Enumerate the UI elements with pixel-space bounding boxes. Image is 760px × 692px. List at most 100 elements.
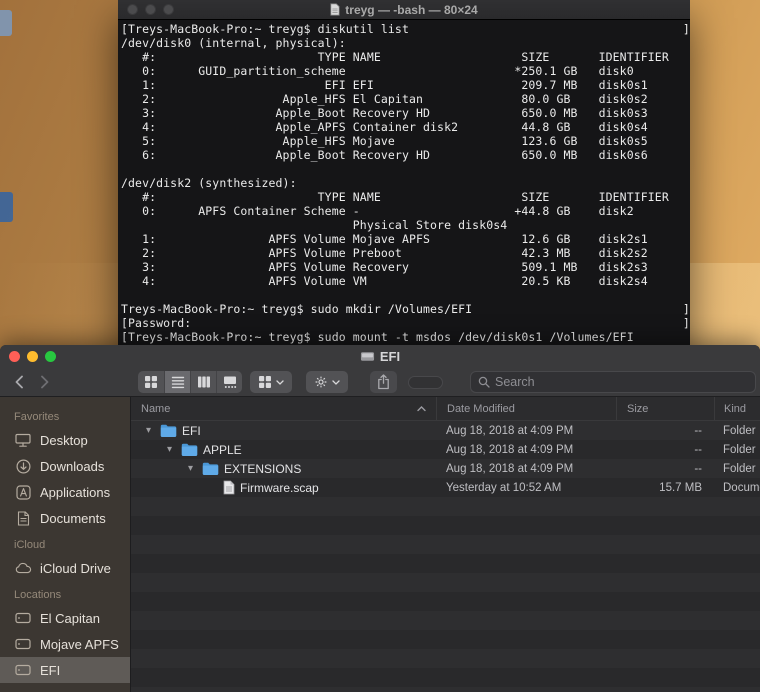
terminal-line: [Treys-MacBook-Pro:~ treyg$ sudo mount -…: [121, 330, 634, 344]
share-icon: [377, 374, 390, 390]
column-view-button[interactable]: [190, 371, 216, 393]
empty-row: [131, 497, 760, 516]
search-input[interactable]: [495, 375, 748, 389]
finder-titlebar[interactable]: EFI: [0, 345, 760, 367]
sidebar-item-downloads[interactable]: Downloads: [0, 453, 130, 479]
list-area: Name Date Modified Size Kind ▾ EFI Aug 18,…: [130, 397, 760, 692]
file-name-label: Firmware.scap: [240, 480, 319, 495]
sidebar-item-mojave-apfs[interactable]: Mojave APFS: [0, 631, 130, 657]
desktop-file-icon[interactable]: [0, 192, 13, 222]
desktop-icon: [13, 433, 33, 447]
sidebar-section-label: Locations: [14, 589, 62, 601]
terminal-line: Treys-MacBook-Pro:~ treyg$ sudo mkdir /V…: [121, 302, 690, 316]
column-header-kind[interactable]: Kind: [714, 397, 760, 420]
downloads-icon: [13, 458, 33, 474]
disclosure-triangle[interactable]: ▾: [163, 444, 176, 455]
list-view-button[interactable]: [164, 371, 190, 393]
terminal-line: 3: Apple_Boot Recovery HD 650.0 MB disk0…: [121, 106, 648, 120]
file-name-cell: ▾ EXTENSIONS: [131, 459, 436, 478]
sidebar-item-documents[interactable]: Documents: [0, 505, 130, 531]
terminal-output[interactable]: [Treys-MacBook-Pro:~ treyg$ diskutil lis…: [118, 20, 690, 346]
disclosure-triangle[interactable]: ▾: [184, 463, 197, 474]
terminal-line: 0: GUID_partition_scheme *250.1 GB disk0: [121, 64, 634, 78]
sidebar-section-label: iCloud: [14, 539, 46, 551]
group-by-button[interactable]: [250, 371, 292, 393]
file-row[interactable]: ▾Firmware.scap Yesterday at 10:52 AM 15.7 …: [131, 478, 760, 497]
column-header-size[interactable]: Size: [616, 397, 714, 420]
sort-ascending-icon: [417, 405, 426, 412]
terminal-line: 4: Apple_APFS Container disk2 44.8 GB di…: [121, 120, 648, 134]
size-cell: --: [694, 443, 702, 456]
minimize-button[interactable]: [27, 351, 38, 362]
empty-row: [131, 630, 760, 649]
document-icon: [223, 480, 235, 495]
close-button[interactable]: [127, 4, 138, 15]
volume-icon: [360, 350, 375, 363]
terminal-line: [Treys-MacBook-Pro:~ treyg$ diskutil lis…: [121, 22, 690, 36]
file-name-cell: ▾ EFI: [131, 421, 436, 440]
file-name-label: EXTENSIONS: [224, 461, 302, 476]
empty-row: [131, 611, 760, 630]
terminal-line: /dev/disk2 (synthesized):: [121, 176, 297, 190]
chevron-down-icon: [276, 379, 284, 385]
terminal-titlebar[interactable]: treyg — -bash — 80×24: [118, 0, 690, 20]
share-button[interactable]: [370, 371, 397, 393]
file-name-cell: ▾ APPLE: [131, 440, 436, 459]
sidebar-item-label: EFI: [40, 662, 61, 678]
sidebar-item-el-capitan[interactable]: El Capitan: [0, 605, 130, 631]
column-header-name[interactable]: Name: [131, 397, 436, 420]
view-mode-control: [138, 371, 242, 393]
file-row[interactable]: ▾ EFI Aug 18, 2018 at 4:09 PM -- Folder: [131, 421, 760, 440]
search-field[interactable]: [470, 371, 756, 393]
gallery-view-button[interactable]: [216, 371, 242, 393]
file-list: ▾ EFI Aug 18, 2018 at 4:09 PM -- Folder ▾ APPL…: [131, 421, 760, 692]
date-modified-cell: Aug 18, 2018 at 4:09 PM: [446, 424, 574, 437]
file-row[interactable]: ▾ EXTENSIONS Aug 18, 2018 at 4:09 PM -- Fold…: [131, 459, 760, 478]
action-menu-button[interactable]: [306, 371, 348, 393]
sidebar-item-icloud-drive[interactable]: iCloud Drive: [0, 555, 130, 581]
back-button[interactable]: [6, 370, 32, 394]
sidebar-item-desktop[interactable]: Desktop: [0, 427, 130, 453]
tags-button[interactable]: [408, 376, 443, 389]
terminal-line: #: TYPE NAME SIZE IDENTIFIER: [121, 190, 669, 204]
date-modified-cell: Aug 18, 2018 at 4:09 PM: [446, 462, 574, 475]
sidebar-item-applications[interactable]: Applications: [0, 479, 130, 505]
terminal-line: 2: Apple_HFS El Capitan 80.0 GB disk0s2: [121, 92, 648, 106]
kind-cell: Folder: [723, 462, 756, 475]
sidebar-item-label: Downloads: [40, 458, 105, 474]
terminal-line: [Password: ]: [121, 316, 690, 330]
terminal-title: treyg — -bash — 80×24: [330, 3, 478, 17]
terminal-line: 4: APFS Volume VM 20.5 KB disk2s4: [121, 274, 648, 288]
empty-row: [131, 592, 760, 611]
disclosure-triangle[interactable]: ▾: [142, 425, 155, 436]
minimize-button[interactable]: [145, 4, 156, 15]
disk-icon: [13, 638, 33, 650]
kind-cell: Document: [723, 481, 760, 494]
date-modified-cell: Aug 18, 2018 at 4:09 PM: [446, 443, 574, 456]
empty-row: [131, 687, 760, 692]
sidebar-item-label: El Capitan: [40, 610, 100, 626]
size-cell: 15.7 MB: [659, 481, 702, 494]
kind-cell: Folder: [723, 424, 756, 437]
sidebar-item-label: Documents: [40, 510, 106, 526]
empty-row: [131, 535, 760, 554]
zoom-button[interactable]: [163, 4, 174, 15]
desktop-file-icon[interactable]: [0, 10, 12, 36]
file-name-cell: ▾Firmware.scap: [131, 478, 436, 497]
column-header-date-modified[interactable]: Date Modified: [436, 397, 616, 420]
folder-icon: [181, 443, 198, 456]
zoom-button[interactable]: [45, 351, 56, 362]
file-name-label: EFI: [182, 423, 201, 438]
file-row[interactable]: ▾ APPLE Aug 18, 2018 at 4:09 PM -- Folder: [131, 440, 760, 459]
chevron-down-icon: [332, 379, 340, 385]
terminal-line: 1: EFI EFI 209.7 MB disk0s1: [121, 78, 648, 92]
icloud-icon: [13, 562, 33, 574]
close-button[interactable]: [9, 351, 20, 362]
disk-icon: [13, 612, 33, 624]
terminal-window: treyg — -bash — 80×24 [Treys-MacBook-Pro…: [118, 0, 690, 352]
forward-button[interactable]: [32, 370, 58, 394]
sidebar-item-efi[interactable]: EFI: [0, 657, 130, 683]
icon-view-button[interactable]: [138, 371, 164, 393]
group-icon: [258, 375, 272, 389]
